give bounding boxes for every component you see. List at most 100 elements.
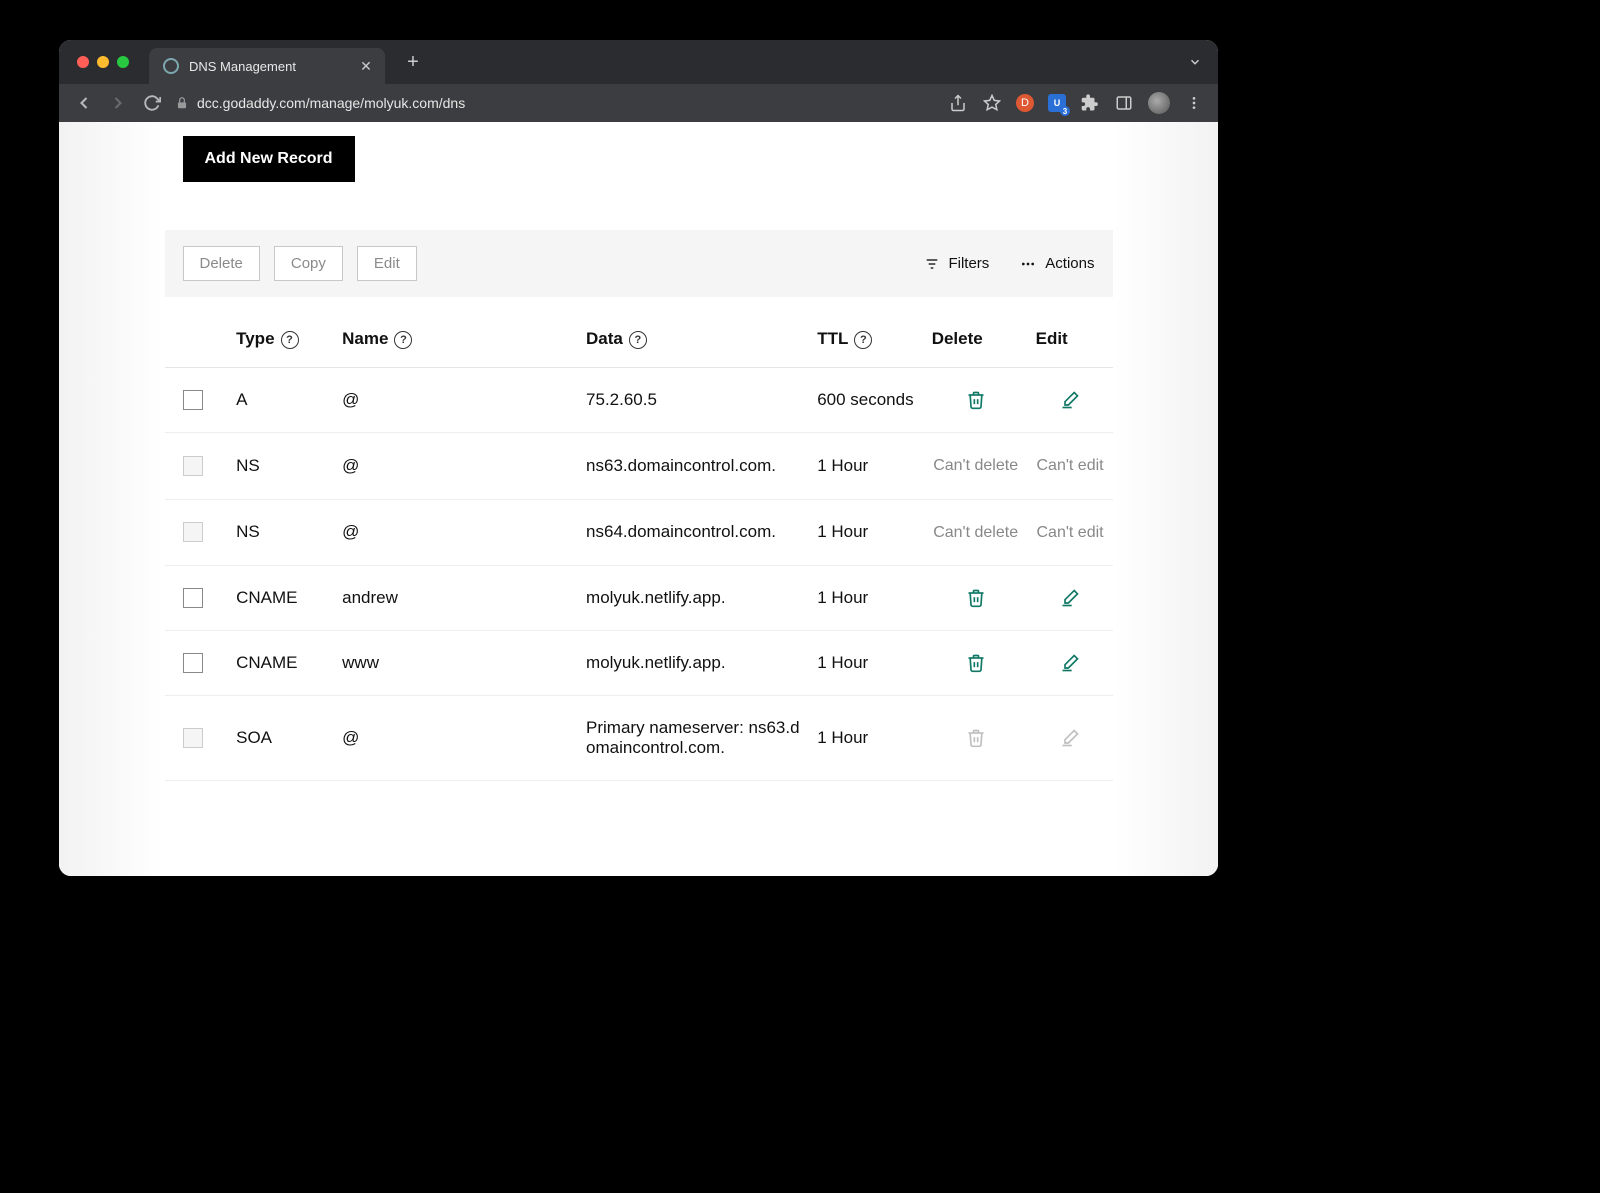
delete-button[interactable]: Delete [183, 246, 260, 281]
edit-row-button[interactable] [1036, 588, 1105, 608]
row-checkbox [183, 522, 203, 542]
delete-row-button[interactable] [932, 390, 1020, 410]
table-row: CNAMEwwwmolyuk.netlify.app.1 Hour [165, 631, 1113, 696]
dns-records-table: Type? Name? Data? TTL? Delete Edit [165, 315, 1113, 781]
record-data: ns64.domaincontrol.com. [578, 499, 809, 566]
row-checkbox[interactable] [183, 653, 203, 673]
record-name: andrew [334, 566, 578, 631]
actions-button[interactable]: Actions [1019, 255, 1094, 272]
table-row: CNAMEandrewmolyuk.netlify.app.1 Hour [165, 566, 1113, 631]
browser-tabs: DNS Management ✕ + [149, 40, 427, 84]
cant-edit-label: Can't edit [1036, 522, 1105, 544]
col-header-delete: Delete [924, 315, 1028, 368]
record-ttl: 1 Hour [809, 499, 924, 566]
url-display[interactable]: dcc.godaddy.com/manage/molyuk.com/dns [175, 95, 936, 111]
record-ttl: 1 Hour [809, 696, 924, 781]
filter-icon [924, 256, 940, 272]
record-ttl: 1 Hour [809, 631, 924, 696]
edit-row-button[interactable] [1036, 390, 1105, 410]
share-icon[interactable] [948, 93, 968, 113]
tab-favicon-icon [163, 58, 179, 74]
table-row: NS@ns63.domaincontrol.com.1 Hour Can't de… [165, 433, 1113, 500]
page-content: Add New Record Delete Copy Edit Filters [59, 122, 1218, 876]
extensions-puzzle-icon[interactable] [1080, 93, 1100, 113]
edit-button[interactable]: Edit [357, 246, 417, 281]
tab-title: DNS Management [189, 59, 296, 74]
more-icon [1019, 256, 1037, 272]
traffic-lights [59, 56, 129, 68]
delete-row-button[interactable] [932, 653, 1020, 673]
sidepanel-icon[interactable] [1114, 93, 1134, 113]
cant-edit-label: Can't edit [1036, 455, 1105, 477]
copy-button[interactable]: Copy [274, 246, 343, 281]
help-icon[interactable]: ? [854, 331, 872, 349]
window-close-button[interactable] [77, 56, 89, 68]
record-data: molyuk.netlify.app. [578, 566, 809, 631]
table-row: A@75.2.60.5600 seconds [165, 368, 1113, 433]
delete-row-button [932, 728, 1020, 748]
address-bar: dcc.godaddy.com/manage/molyuk.com/dns D … [59, 84, 1218, 122]
forward-button[interactable] [107, 92, 129, 114]
record-type: CNAME [228, 631, 334, 696]
record-data: ns63.domaincontrol.com. [578, 433, 809, 500]
col-header-name: Name? [334, 315, 578, 368]
col-header-type: Type? [228, 315, 334, 368]
bookmark-star-icon[interactable] [982, 93, 1002, 113]
row-checkbox[interactable] [183, 588, 203, 608]
cant-delete-label: Can't delete [932, 522, 1020, 544]
row-checkbox [183, 728, 203, 748]
record-name: @ [334, 499, 578, 566]
edit-row-button[interactable] [1036, 653, 1105, 673]
record-ttl: 1 Hour [809, 433, 924, 500]
record-type: CNAME [228, 566, 334, 631]
delete-row-button[interactable] [932, 588, 1020, 608]
url-text: dcc.godaddy.com/manage/molyuk.com/dns [197, 95, 465, 111]
record-ttl: 600 seconds [809, 368, 924, 433]
record-type: A [228, 368, 334, 433]
edit-row-button [1036, 728, 1105, 748]
record-data: Primary nameserver: ns63.domaincontrol.c… [578, 696, 809, 781]
records-toolbar: Delete Copy Edit Filters [165, 230, 1113, 297]
browser-tab-active[interactable]: DNS Management ✕ [149, 48, 385, 84]
record-type: NS [228, 499, 334, 566]
record-data: 75.2.60.5 [578, 368, 809, 433]
reload-button[interactable] [141, 92, 163, 114]
row-checkbox[interactable] [183, 390, 203, 410]
cant-delete-label: Can't delete [932, 455, 1020, 477]
profile-avatar[interactable] [1148, 92, 1170, 114]
extension-badge-icon[interactable]: U3 [1048, 94, 1066, 112]
extension-duckduckgo-icon[interactable]: D [1016, 94, 1034, 112]
col-header-ttl: TTL? [809, 315, 924, 368]
window-minimize-button[interactable] [97, 56, 109, 68]
table-row: NS@ns64.domaincontrol.com.1 Hour Can't de… [165, 499, 1113, 566]
row-checkbox [183, 456, 203, 476]
help-icon[interactable]: ? [394, 331, 412, 349]
back-button[interactable] [73, 92, 95, 114]
table-row: SOA@Primary nameserver: ns63.domaincontr… [165, 696, 1113, 781]
record-name: @ [334, 696, 578, 781]
record-type: NS [228, 433, 334, 500]
lock-icon [175, 96, 189, 110]
record-type: SOA [228, 696, 334, 781]
filters-label: Filters [948, 255, 989, 272]
col-header-edit: Edit [1028, 315, 1113, 368]
record-name: @ [334, 433, 578, 500]
record-name: @ [334, 368, 578, 433]
record-ttl: 1 Hour [809, 566, 924, 631]
record-data: molyuk.netlify.app. [578, 631, 809, 696]
tabs-menu-chevron-icon[interactable] [1188, 55, 1202, 69]
address-bar-actions: D U3 [948, 92, 1204, 114]
kebab-menu-icon[interactable] [1184, 93, 1204, 113]
record-name: www [334, 631, 578, 696]
col-header-data: Data? [578, 315, 809, 368]
new-tab-button[interactable]: + [399, 48, 427, 76]
add-new-record-button[interactable]: Add New Record [183, 136, 355, 182]
actions-label: Actions [1045, 255, 1094, 272]
help-icon[interactable]: ? [281, 331, 299, 349]
titlebar: DNS Management ✕ + [59, 40, 1218, 84]
tab-close-button[interactable]: ✕ [357, 57, 375, 75]
window-zoom-button[interactable] [117, 56, 129, 68]
help-icon[interactable]: ? [629, 331, 647, 349]
filters-button[interactable]: Filters [924, 255, 989, 272]
browser-window: DNS Management ✕ + dcc.godaddy.com/manag… [59, 40, 1218, 876]
